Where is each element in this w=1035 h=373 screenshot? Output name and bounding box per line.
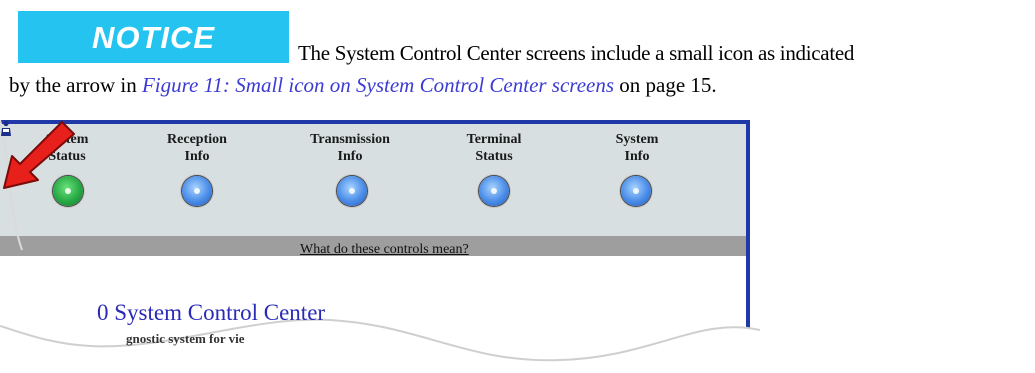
page-reference: 15 [690, 73, 712, 97]
status-item-transmission-info[interactable]: Transmission Info [290, 131, 410, 165]
controls-help-link[interactable]: What do these controls mean? [300, 242, 469, 258]
system-control-center-title: 0 System Control Center [97, 300, 326, 325]
paragraph-text: . [711, 73, 717, 97]
pointer-arrow-icon [3, 121, 75, 189]
paragraph-text: on page [614, 73, 691, 97]
status-label-line1: System [615, 132, 659, 147]
status-label-line2: Info [337, 149, 363, 164]
reception-info-led-icon[interactable] [182, 176, 212, 206]
status-item-reception-info[interactable]: Reception Info [137, 131, 257, 165]
terminal-status-led-icon[interactable] [479, 176, 509, 206]
status-label-line1: Transmission [310, 132, 390, 147]
status-item-terminal-status[interactable]: Terminal Status [434, 131, 554, 165]
figure-cross-reference-link[interactable]: Figure 11: Small icon on System Control … [142, 73, 614, 97]
system-info-led-icon[interactable] [621, 176, 651, 206]
notice-badge: NOTICE [18, 11, 289, 63]
status-label-line2: Status [475, 149, 513, 164]
status-label-line2: Info [184, 149, 210, 164]
paragraph-line-1: The System Control Center screens includ… [298, 41, 855, 65]
screenshot-figure: System Status Reception Info Transmissio… [0, 120, 760, 373]
notice-label: NOTICE [91, 20, 216, 55]
status-label-line2: Info [624, 149, 650, 164]
paragraph-text: by the arrow in [9, 73, 142, 97]
status-label-line1: Reception [167, 132, 227, 147]
paragraph-line-2: by the arrow in Figure 11: Small icon on… [9, 73, 717, 98]
status-item-system-info[interactable]: System Info [577, 131, 697, 165]
system-control-center-subtitle: gnostic system for vie [126, 331, 245, 346]
status-label-line1: Terminal [466, 132, 522, 147]
transmission-info-led-icon[interactable] [337, 176, 367, 206]
